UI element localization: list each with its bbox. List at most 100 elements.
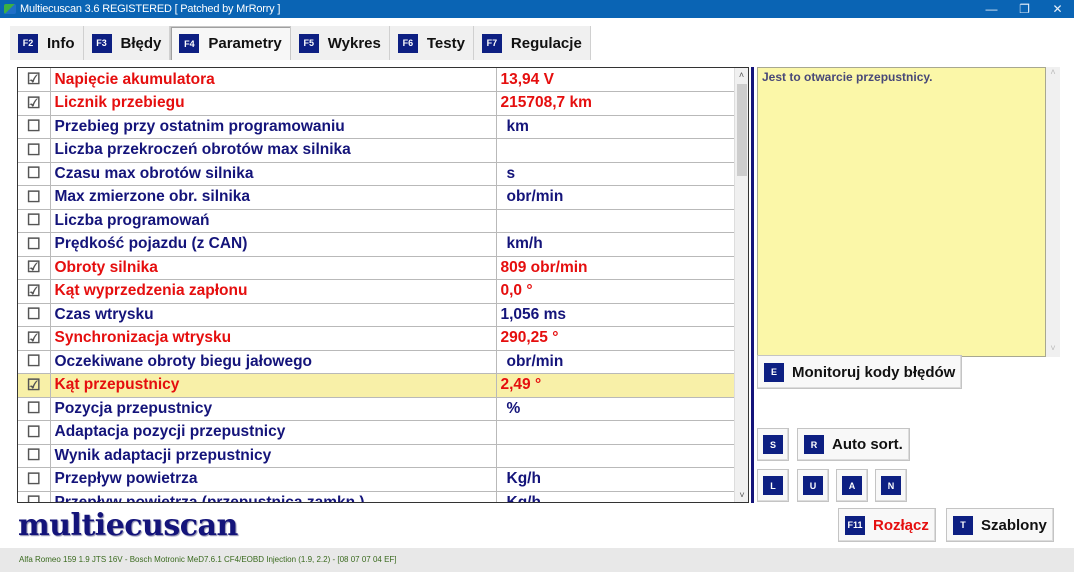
button-label: Szablony: [981, 516, 1047, 534]
checkbox-unchecked[interactable]: ☐: [18, 420, 51, 445]
s-button[interactable]: S: [757, 428, 789, 461]
parameter-name: Kąt przepustnicy: [50, 373, 497, 398]
checkbox-unchecked[interactable]: ☐: [18, 491, 51, 502]
tab-chart[interactable]: F5 Wykres: [290, 26, 390, 60]
button-label: Monitoruj kody błędów: [792, 363, 956, 381]
parameter-row[interactable]: ☐ Czas wtrysku 1,056 ms: [18, 303, 735, 327]
l-button[interactable]: L: [757, 469, 789, 502]
checkbox-checked[interactable]: ☑: [18, 373, 51, 398]
parameter-row[interactable]: ☐ Czasu max obrotów silnika s: [18, 162, 735, 186]
parameter-value: obr/min: [496, 350, 735, 374]
checkbox-unchecked[interactable]: ☐: [18, 115, 51, 139]
tab-label: Testy: [426, 34, 465, 52]
checkbox-unchecked[interactable]: ☐: [18, 467, 51, 492]
tab-adjustments[interactable]: F7 Regulacje: [473, 26, 591, 60]
parameter-value: Kg/h: [496, 467, 735, 492]
parameter-row[interactable]: ☑ Synchronizacja wtrysku 290,25 °: [18, 326, 735, 351]
tab-label: Wykres: [327, 34, 381, 52]
parameter-row[interactable]: ☑ Licznik przebiegu 215708,7 km: [18, 91, 735, 116]
parameter-row[interactable]: ☐ Max zmierzone obr. silnika obr/min: [18, 185, 735, 210]
parameter-row[interactable]: ☐ Przepływ powietrza Kg/h: [18, 467, 735, 492]
f2-key-icon: F2: [18, 33, 38, 53]
parameter-value: km/h: [496, 232, 735, 257]
parameter-row[interactable]: ☑ Kąt wyprzedzenia zapłonu 0,0 °: [18, 279, 735, 304]
checkbox-unchecked[interactable]: ☐: [18, 185, 51, 210]
f4-key-icon: F4: [179, 34, 200, 53]
checkbox-checked[interactable]: ☑: [18, 256, 51, 280]
checkbox-unchecked[interactable]: ☐: [18, 397, 51, 421]
auto-sort-button[interactable]: R Auto sort.: [797, 428, 910, 461]
parameter-row[interactable]: ☐ Oczekiwane obroty biegu jałowego obr/min: [18, 350, 735, 374]
parameter-name: Wynik adaptacji przepustnicy: [50, 444, 497, 468]
tab-parameters[interactable]: F4 Parametry: [170, 26, 291, 60]
s-key-icon: S: [763, 435, 783, 454]
t-key-icon: T: [953, 515, 973, 535]
checkbox-unchecked[interactable]: ☐: [18, 350, 51, 374]
tab-label: Info: [47, 34, 75, 52]
status-bar: Alfa Romeo 159 1.9 JTS 16V - Bosch Motro…: [0, 548, 1074, 572]
parameter-row[interactable]: ☐ Adaptacja pozycji przepustnicy: [18, 420, 735, 445]
minimize-button[interactable]: —: [975, 0, 1008, 18]
parameter-name: Liczba programowań: [50, 209, 497, 233]
parameter-row[interactable]: ☑ Obroty silnika 809 obr/min: [18, 256, 735, 280]
parameter-row[interactable]: ☐ Prędkość pojazdu (z CAN) km/h: [18, 232, 735, 257]
description-scrollbar[interactable]: ˄ ˅: [1046, 67, 1060, 357]
grid-scrollbar[interactable]: ˄ ˅: [734, 68, 748, 502]
parameter-value: [496, 444, 735, 468]
tab-errors[interactable]: F3 Błędy: [83, 26, 171, 60]
parameter-row[interactable]: ☐ Wynik adaptacji przepustnicy: [18, 444, 735, 468]
parameter-row[interactable]: ☐ Przepływ powietrza (przepustnica zamkn.…: [18, 491, 735, 502]
checkbox-checked[interactable]: ☑: [18, 91, 51, 116]
monitor-error-codes-button[interactable]: E Monitoruj kody błędów: [757, 355, 963, 389]
u-key-icon: U: [803, 476, 823, 495]
templates-button[interactable]: T Szablony: [946, 508, 1054, 542]
a-button[interactable]: A: [836, 469, 868, 502]
app-icon: [4, 4, 16, 14]
parameter-name: Przepływ powietrza (przepustnica zamkn.): [50, 491, 497, 502]
button-label: Rozłącz: [873, 516, 929, 534]
parameter-name: Pozycja przepustnicy: [50, 397, 497, 421]
checkbox-unchecked[interactable]: ☐: [18, 232, 51, 257]
u-button[interactable]: U: [797, 469, 829, 502]
checkbox-unchecked[interactable]: ☐: [18, 444, 51, 468]
scroll-up-icon[interactable]: ˄: [735, 68, 748, 82]
multiecuscan-logo: multiecuscan: [18, 508, 238, 543]
parameter-name: Kąt wyprzedzenia zapłonu: [50, 279, 497, 304]
disconnect-button[interactable]: F11 Rozłącz: [838, 508, 936, 542]
checkbox-checked[interactable]: ☑: [18, 68, 51, 92]
maximize-button[interactable]: ❐: [1008, 0, 1041, 18]
a-key-icon: A: [842, 476, 862, 495]
parameter-name: Obroty silnika: [50, 256, 497, 280]
checkbox-unchecked[interactable]: ☐: [18, 162, 51, 186]
parameter-row[interactable]: ☐ Pozycja przepustnicy%: [18, 397, 735, 421]
checkbox-checked[interactable]: ☑: [18, 326, 51, 351]
parameter-name: Czasu max obrotów silnika: [50, 162, 497, 186]
parameter-value: 1,056 ms: [496, 303, 735, 327]
scroll-down-icon[interactable]: ˅: [735, 488, 748, 502]
scroll-thumb[interactable]: [737, 84, 747, 176]
parameter-row[interactable]: ☐ Przebieg przy ostatnim programowaniu km: [18, 115, 735, 139]
parameter-row[interactable]: ☐ Liczba przekroczeń obrotów max silnika: [18, 138, 735, 163]
scroll-up-icon[interactable]: ˄: [1046, 67, 1060, 81]
parameter-value: Kg/h: [496, 491, 735, 502]
checkbox-unchecked[interactable]: ☐: [18, 209, 51, 233]
parameter-value: s: [496, 162, 735, 186]
title-bar: Multiecuscan 3.6 REGISTERED [ Patched by…: [0, 0, 1074, 18]
tab-label: Parametry: [208, 35, 282, 52]
tab-label: Błędy: [120, 34, 162, 52]
parameter-row[interactable]: ☐ Liczba programowań: [18, 209, 735, 233]
parameter-row[interactable]: ☑ Napięcie akumulatora 13,94 V: [18, 68, 735, 92]
tab-info[interactable]: F2 Info: [10, 26, 84, 60]
parameter-row[interactable]: ☑ Kąt przepustnicy 2,49 °: [18, 373, 735, 398]
close-button[interactable]: ✕: [1041, 0, 1074, 18]
parameter-value: 215708,7 km: [496, 91, 735, 116]
parameter-name: Synchronizacja wtrysku: [50, 326, 497, 351]
checkbox-checked[interactable]: ☑: [18, 279, 51, 304]
scroll-down-icon[interactable]: ˅: [1046, 343, 1060, 357]
checkbox-unchecked[interactable]: ☐: [18, 303, 51, 327]
tab-tests[interactable]: F6 Testy: [389, 26, 474, 60]
parameter-value: 2,49 °: [496, 373, 735, 398]
checkbox-unchecked[interactable]: ☐: [18, 138, 51, 163]
parameter-name: Liczba przekroczeń obrotów max silnika: [50, 138, 497, 163]
n-button[interactable]: N: [875, 469, 907, 502]
